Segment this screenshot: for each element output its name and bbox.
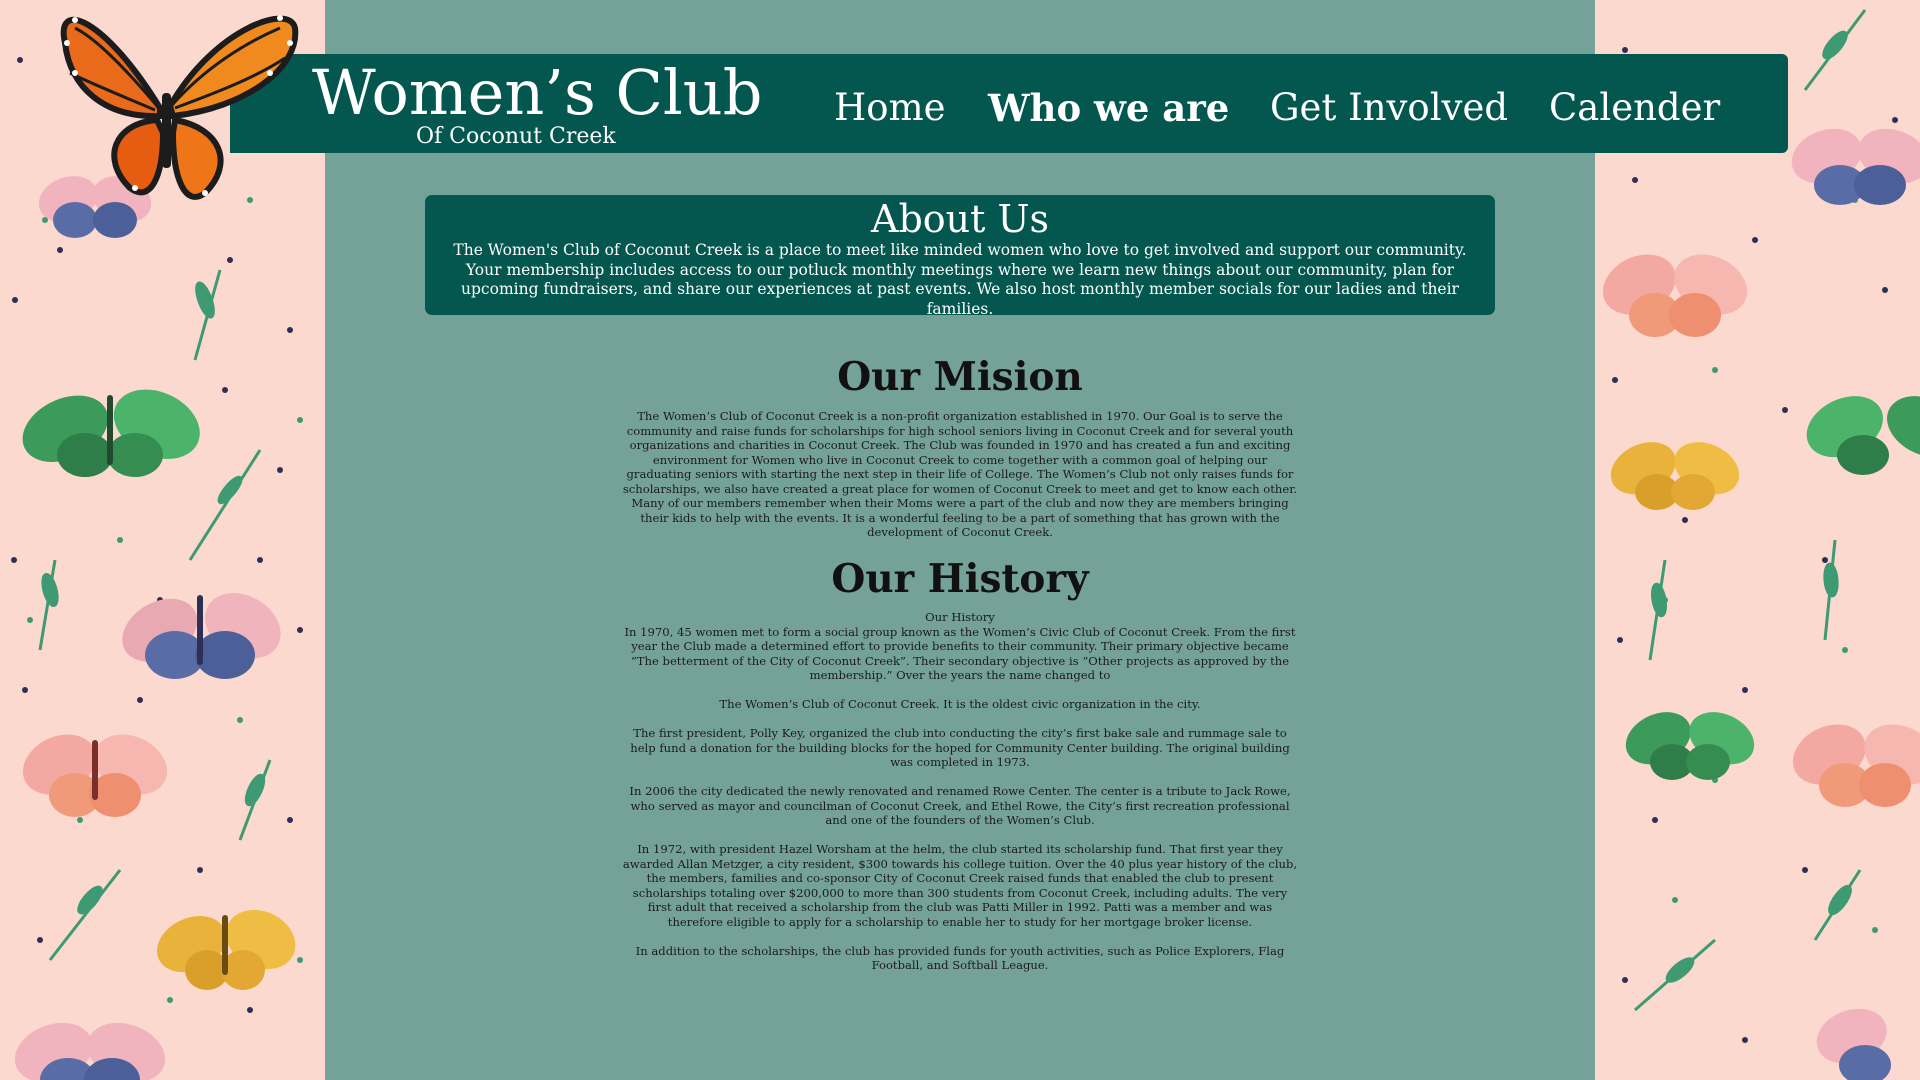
mission-text: The Women’s Club of Coconut Creek is a n…: [622, 409, 1298, 539]
blue-butterfly-icon: [14, 1022, 166, 1080]
site-subtitle: Of Coconut Creek: [416, 124, 616, 149]
pink-butterfly-icon: [22, 734, 168, 817]
history-paragraph: The Women’s Club of Coconut Creek. It is…: [719, 697, 1201, 711]
nav-item-who-we-are[interactable]: Who we are: [988, 84, 1229, 132]
green-butterfly-icon: [1625, 712, 1755, 780]
about-us-card: About Us The Women's Club of Coconut Cre…: [425, 195, 1495, 318]
blue-butterfly-icon: [1816, 1008, 1891, 1080]
mission-body: The Women’s Club of Coconut Creek is a n…: [620, 409, 1300, 540]
monarch-butterfly-logo-icon[interactable]: [45, 0, 305, 213]
site-title[interactable]: Women’s Club: [312, 58, 762, 128]
yellow-butterfly-icon: [1610, 442, 1740, 510]
pink-butterfly-icon: [1792, 724, 1920, 807]
history-paragraph: In addition to the scholarships, the clu…: [635, 943, 1285, 973]
history-paragraph: The first president, Polly Key, organize…: [630, 726, 1290, 769]
nav-item-calender[interactable]: Calender: [1549, 84, 1720, 132]
history-paragraph: In 1970, 45 women met to form a social g…: [624, 624, 1296, 683]
history-paragraph: In 2006 the city dedicated the newly ren…: [629, 784, 1291, 827]
green-butterfly-icon: [22, 389, 200, 477]
right-butterfly-panel: [1595, 0, 1920, 1080]
history-title: Our History: [831, 556, 1089, 602]
history-body: Our History In 1970, 45 women met to for…: [620, 610, 1300, 987]
nav-item-home[interactable]: Home: [834, 84, 946, 132]
yellow-butterfly-icon: [157, 909, 296, 990]
history-paragraph: In 1972, with president Hazel Worsham at…: [622, 842, 1298, 929]
mission-title: Our Mision: [837, 354, 1083, 400]
green-butterfly-icon: [1806, 396, 1920, 475]
nav-item-get-involved[interactable]: Get Involved: [1270, 84, 1508, 132]
blue-butterfly-icon: [1791, 128, 1920, 205]
about-us-title: About Us: [871, 197, 1049, 241]
blue-butterfly-icon: [122, 593, 281, 679]
about-us-text: The Women's Club of Coconut Creek is a p…: [453, 241, 1467, 318]
history-subheading: Our History: [925, 610, 995, 624]
pink-butterfly-icon: [1602, 254, 1748, 337]
butterfly-pattern-right: [1602, 9, 1920, 1080]
